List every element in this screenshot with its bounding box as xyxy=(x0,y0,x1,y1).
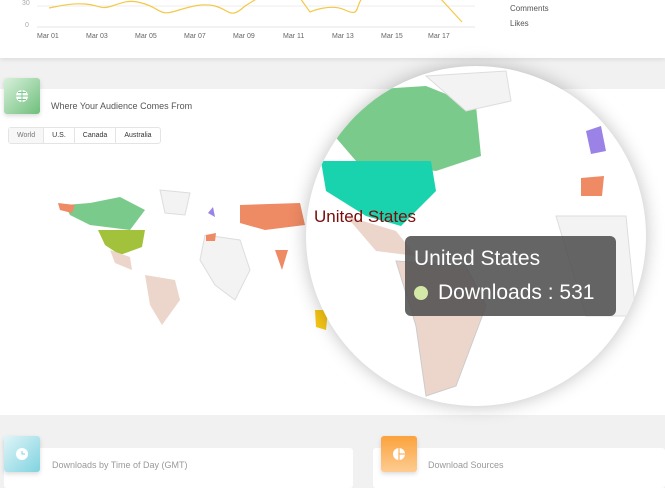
tab-us[interactable]: U.S. xyxy=(44,128,75,143)
x-tick: Mar 03 xyxy=(86,33,108,40)
map-spain xyxy=(581,176,604,196)
x-tick: Mar 13 xyxy=(332,33,354,40)
map-country-label: United States xyxy=(314,207,416,226)
region-tabs: World U.S. Canada Australia xyxy=(8,127,161,144)
map-india xyxy=(275,250,288,270)
tab-australia[interactable]: Australia xyxy=(116,128,159,143)
map-uk xyxy=(586,126,606,154)
map-russia xyxy=(240,203,305,230)
map-africa xyxy=(199,234,251,301)
x-tick: Mar 07 xyxy=(184,33,206,40)
map-uk xyxy=(208,207,215,217)
map-greenland xyxy=(159,189,191,216)
x-tick: Mar 01 xyxy=(37,33,59,40)
audience-title: Where Your Audience Comes From xyxy=(51,101,193,111)
engagement-chart-panel: 30 0 Mar 01 Mar 03 Mar 05 Mar 07 Mar 09 … xyxy=(0,0,665,58)
x-tick: Mar 15 xyxy=(381,33,403,40)
tab-canada[interactable]: Canada xyxy=(75,128,117,143)
x-tick: Mar 11 xyxy=(283,33,305,40)
map-spain xyxy=(206,233,216,241)
tooltip-country: United States xyxy=(414,247,541,270)
map-canada xyxy=(65,197,145,230)
tooltip-value: 531 xyxy=(559,281,595,304)
x-tick: Mar 09 xyxy=(233,33,255,40)
download-sources-title: Download Sources xyxy=(428,460,504,470)
series-marker-icon xyxy=(414,286,428,300)
legend-comments[interactable]: Comments xyxy=(510,4,549,13)
map-south-america xyxy=(145,275,180,325)
x-tick: Mar 17 xyxy=(428,33,450,40)
world-map[interactable] xyxy=(50,185,330,335)
globe-icon xyxy=(4,78,40,114)
clock-icon xyxy=(4,436,40,472)
tooltip-metric: Downloads xyxy=(438,281,542,304)
likes-line xyxy=(37,0,475,28)
x-tick: Mar 05 xyxy=(135,33,157,40)
legend-likes[interactable]: Likes xyxy=(510,19,529,28)
map-united-states xyxy=(98,230,145,255)
tab-world[interactable]: World xyxy=(9,128,45,143)
time-of-day-title: Downloads by Time of Day (GMT) xyxy=(52,460,188,470)
pie-chart-icon xyxy=(381,436,417,472)
tooltip-value-row: Downloads : 531 xyxy=(438,281,595,304)
map-tooltip: United States Downloads : 531 xyxy=(405,236,616,316)
